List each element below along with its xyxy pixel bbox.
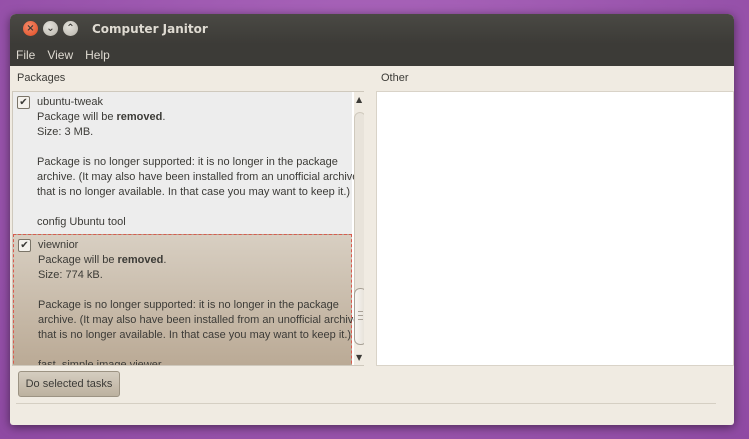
package-summary: config Ubuntu tool xyxy=(37,216,126,228)
package-action: Package will be removed. xyxy=(38,254,167,266)
menu-file[interactable]: File xyxy=(16,48,35,62)
vertical-scrollbar[interactable]: ▲ ▼ xyxy=(354,92,364,365)
package-desc-line: Package is no longer supported: it is no… xyxy=(37,156,338,168)
scroll-up-icon[interactable]: ▲ xyxy=(356,95,362,104)
close-icon[interactable]: × xyxy=(23,21,38,36)
package-row[interactable]: ✔ viewnior Package will be removed. Size… xyxy=(13,234,359,365)
titlebar: × ⌄ ⌃ Computer Janitor xyxy=(10,14,734,44)
package-checkbox[interactable]: ✔ xyxy=(17,96,30,109)
package-name: ubuntu-tweak xyxy=(37,96,104,108)
statusbar-divider xyxy=(16,403,716,404)
package-desc-line: that is no longer available. In that cas… xyxy=(38,329,352,341)
menubar: File View Help xyxy=(10,44,734,66)
window-title: Computer Janitor xyxy=(92,22,208,36)
menu-help[interactable]: Help xyxy=(85,48,110,62)
app-window: × ⌄ ⌃ Computer Janitor File View Help Pa… xyxy=(10,14,734,425)
minimize-icon[interactable]: ⌄ xyxy=(43,21,58,36)
package-action: Package will be removed. xyxy=(37,111,166,123)
package-size: Size: 3 MB. xyxy=(37,126,94,138)
do-selected-tasks-button[interactable]: Do selected tasks xyxy=(18,371,120,397)
package-summary: fast, simple image viewer xyxy=(38,359,162,366)
packages-list[interactable]: ✔ ubuntu-tweak Package will be removed. … xyxy=(12,91,364,366)
package-desc-line: archive. (It may also have been installe… xyxy=(37,171,359,183)
maximize-icon[interactable]: ⌃ xyxy=(63,21,78,36)
package-size: Size: 774 kB. xyxy=(38,269,103,281)
package-desc-line: that is no longer available. In that cas… xyxy=(37,186,351,198)
package-desc-line: archive. (It may also have been installe… xyxy=(38,314,360,326)
package-checkbox[interactable]: ✔ xyxy=(18,239,31,252)
package-row[interactable]: ✔ ubuntu-tweak Package will be removed. … xyxy=(13,92,358,234)
other-header: Other xyxy=(381,72,409,84)
packages-header: Packages xyxy=(17,72,66,84)
package-desc-line: Package is no longer supported: it is no… xyxy=(38,299,339,311)
grip-icon xyxy=(358,311,363,320)
other-pane xyxy=(376,91,734,366)
scroll-down-icon[interactable]: ▼ xyxy=(356,353,362,362)
package-name: viewnior xyxy=(38,239,79,251)
scroll-thumb[interactable] xyxy=(354,288,364,345)
menu-view[interactable]: View xyxy=(47,48,73,62)
